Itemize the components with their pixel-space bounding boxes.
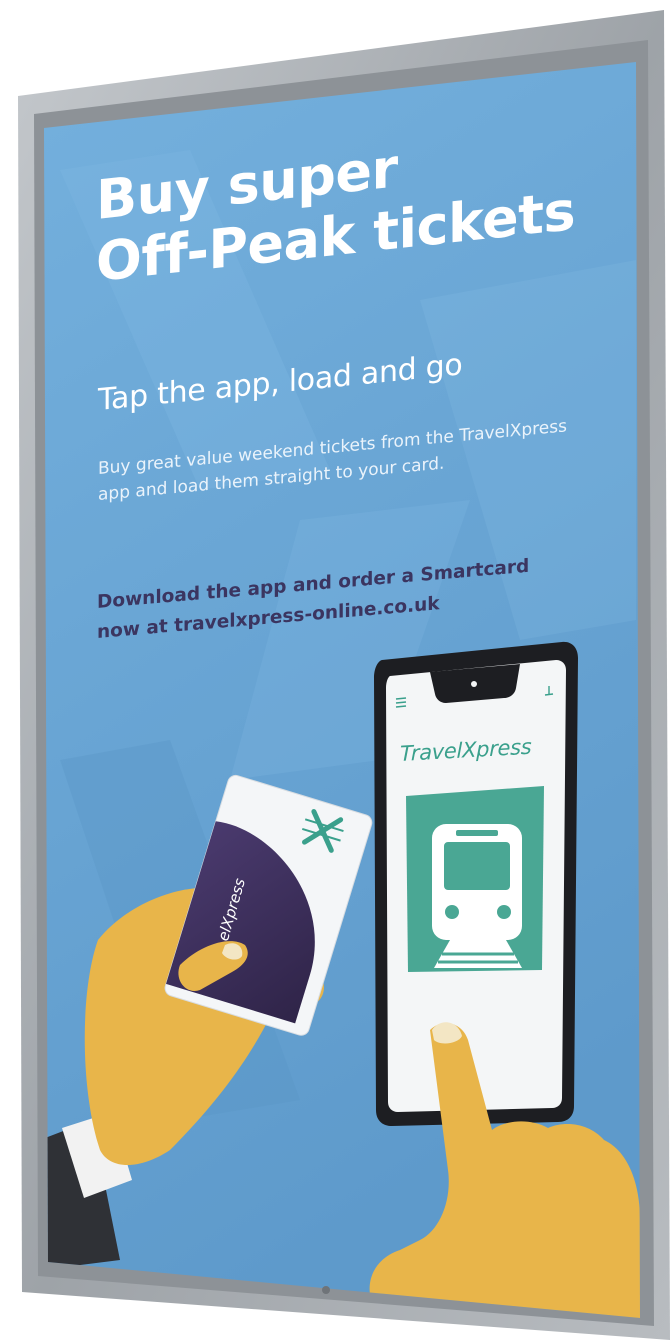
poster-scene: Buy super Off-Peak tickets Tap the app, … bbox=[0, 0, 670, 1340]
poster-artwork bbox=[18, 10, 670, 1340]
smartphone bbox=[374, 641, 578, 1126]
frame-screw bbox=[322, 1286, 330, 1294]
train-icon[interactable] bbox=[406, 786, 544, 972]
